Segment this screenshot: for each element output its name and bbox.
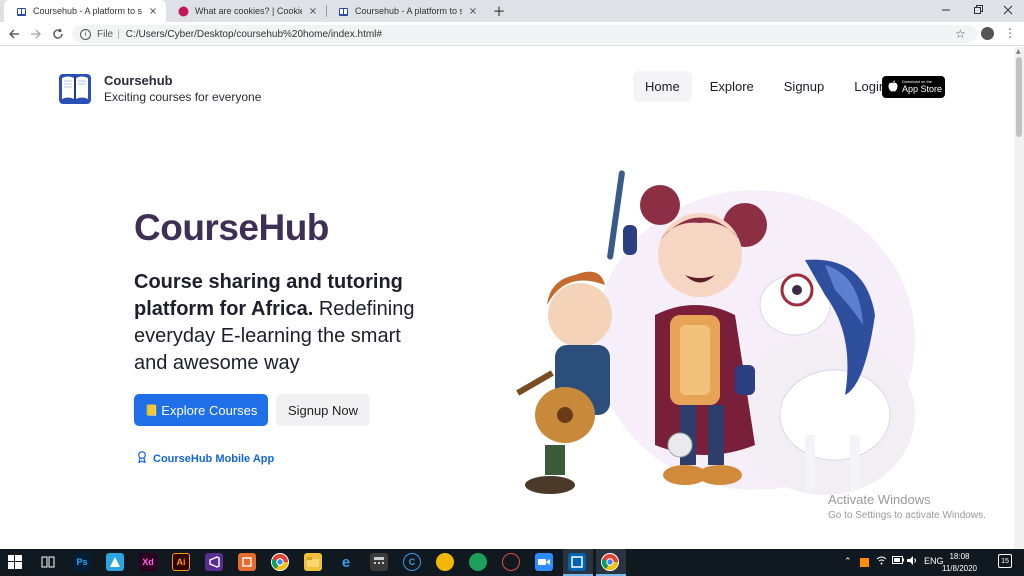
reload-icon[interactable] <box>50 26 66 42</box>
app-store-badge[interactable]: Download on the App Store <box>882 76 945 98</box>
site-brand[interactable]: Coursehub Exciting courses for everyone <box>58 69 261 107</box>
calculator-icon[interactable] <box>370 553 388 571</box>
page-scrollbar[interactable]: ▲ <box>1014 47 1024 549</box>
clock-date: 11/8/2020 <box>942 564 977 573</box>
wifi-icon[interactable] <box>876 556 887 567</box>
browser-tab-coursehub[interactable]: Coursehub - A platform to share × <box>326 0 486 22</box>
notification-center-icon[interactable]: 15 <box>998 554 1012 568</box>
close-window-icon[interactable] <box>992 0 1024 20</box>
scroll-up-arrow-icon[interactable]: ▲ <box>1016 48 1021 55</box>
tab-title: What are cookies? | Cookies & Yo <box>195 6 302 16</box>
new-tab-button[interactable]: + <box>490 2 508 20</box>
book-icon <box>338 6 349 17</box>
app-orange-icon[interactable] <box>238 553 256 571</box>
close-tab-icon[interactable]: × <box>306 4 320 18</box>
scrollbar-thumb[interactable] <box>1016 57 1022 137</box>
award-ribbon-icon <box>137 451 147 466</box>
app-framed-icon[interactable] <box>568 553 586 571</box>
info-icon[interactable]: i <box>80 28 91 40</box>
main-nav: Home Explore Signup Login <box>633 71 904 102</box>
minimize-window-icon[interactable] <box>930 0 962 20</box>
windows-start-icon[interactable] <box>6 553 24 571</box>
book-logo-icon <box>59 74 91 104</box>
clock-time: 18:08 <box>949 552 970 561</box>
browser-tab-cookies[interactable]: What are cookies? | Cookies & Yo × <box>166 0 326 22</box>
watermark-line1: Activate Windows <box>828 492 931 507</box>
edge-icon[interactable]: e <box>337 553 355 571</box>
app-yellow-icon[interactable] <box>436 553 454 571</box>
zoom-icon[interactable] <box>535 553 553 571</box>
brand-name: Coursehub <box>104 72 173 88</box>
forward-arrow-icon[interactable] <box>28 26 44 42</box>
tray-app-icon[interactable] <box>860 558 869 567</box>
hero-illustration <box>516 170 915 495</box>
app-store-label: App Store <box>902 84 943 94</box>
divider: | <box>117 28 120 40</box>
boy-character <box>516 271 612 494</box>
explore-courses-button[interactable]: 📒 Explore Courses <box>134 394 268 426</box>
nav-home[interactable]: Home <box>633 71 692 102</box>
hero-description: Course sharing and tutoring platform for… <box>134 269 434 377</box>
app-c-icon[interactable]: C <box>403 553 421 571</box>
illustrator-icon[interactable]: Ai <box>172 553 190 571</box>
tab-title: Coursehub - A platform to share <box>33 6 142 16</box>
mobile-app-link-label: CourseHub Mobile App <box>153 452 275 465</box>
signup-now-button[interactable]: Signup Now <box>276 394 370 426</box>
notebook-icon: 📒 <box>144 404 159 417</box>
close-tab-icon[interactable]: × <box>146 4 160 18</box>
bookmark-star-icon[interactable]: ☆ <box>955 27 966 41</box>
chrome-icon[interactable] <box>271 553 289 571</box>
visual-studio-icon[interactable] <box>205 553 223 571</box>
browser-menu-icon[interactable]: ⋮ <box>1004 26 1016 40</box>
battery-icon[interactable] <box>892 556 904 566</box>
nav-signup[interactable]: Signup <box>772 71 836 102</box>
site-icon <box>178 6 189 17</box>
file-explorer-icon[interactable] <box>304 553 322 571</box>
book-icon <box>16 6 27 17</box>
browser-tab-coursehub-active[interactable]: Coursehub - A platform to share × <box>4 0 166 22</box>
explore-courses-label: Explore Courses <box>161 402 258 418</box>
tray-chevron-icon[interactable]: ⌃ <box>844 556 852 567</box>
app-green-icon[interactable] <box>469 553 487 571</box>
windows-taskbar: Ps Xd Ai e C ⌃ ENG 18:08 11/8/2020 15 <box>0 549 1024 576</box>
activate-windows-watermark: Activate Windows Go to Settings to activ… <box>828 492 986 521</box>
hero-title: CourseHub <box>134 207 329 248</box>
browser-tab-strip: Coursehub - A platform to share × What a… <box>0 0 1024 22</box>
browser-toolbar: i File | C:/Users/Cyber/Desktop/coursehu… <box>0 22 1024 46</box>
nav-explore[interactable]: Explore <box>698 71 766 102</box>
app-red-icon[interactable] <box>502 553 520 571</box>
back-arrow-icon[interactable] <box>6 26 22 42</box>
chrome-active-icon[interactable] <box>601 553 619 571</box>
task-view-icon[interactable] <box>39 553 57 571</box>
close-tab-icon[interactable]: × <box>466 4 480 18</box>
web-page: Coursehub Exciting courses for everyone … <box>0 47 1014 549</box>
taskbar-clock[interactable]: 18:08 11/8/2020 <box>942 551 977 575</box>
staff <box>607 170 625 260</box>
watermark-line2: Go to Settings to activate Windows. <box>828 510 986 521</box>
brand-tagline: Exciting courses for everyone <box>104 89 262 104</box>
apple-icon <box>888 79 898 95</box>
photoshop-icon[interactable]: Ps <box>73 553 91 571</box>
affinity-designer-icon[interactable] <box>106 553 124 571</box>
language-indicator[interactable]: ENG <box>924 556 944 566</box>
mobile-app-link[interactable]: CourseHub Mobile App <box>137 451 274 466</box>
restore-window-icon[interactable] <box>962 0 994 20</box>
file-scheme-label: File <box>97 28 114 40</box>
url-text[interactable]: C:/Users/Cyber/Desktop/coursehub%20home/… <box>126 29 382 40</box>
profile-avatar-icon[interactable] <box>981 27 994 40</box>
address-bar[interactable]: i File | C:/Users/Cyber/Desktop/coursehu… <box>72 25 977 43</box>
signup-now-label: Signup Now <box>287 402 359 418</box>
tab-title: Coursehub - A platform to share <box>355 6 462 16</box>
volume-icon[interactable] <box>907 556 918 567</box>
adobe-xd-icon[interactable]: Xd <box>139 553 157 571</box>
